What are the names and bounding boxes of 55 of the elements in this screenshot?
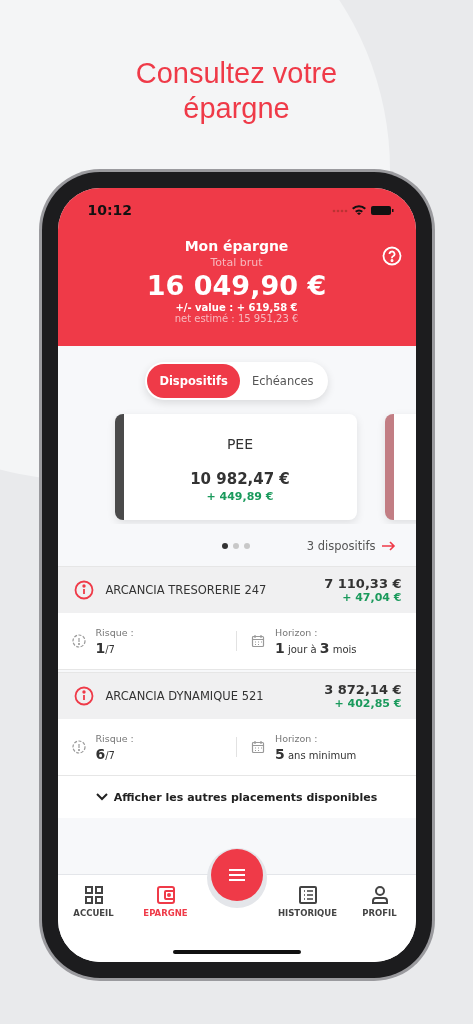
pager-dot[interactable] (221, 543, 228, 549)
signal-icon (332, 209, 347, 213)
fund-amount: 3 872,14 € (324, 682, 402, 697)
plan-card[interactable]: PEE 10 982,47 € + 449,89 € (114, 414, 357, 520)
fund-name: ARCANCIA TRESORERIE 247 (105, 583, 268, 597)
help-icon[interactable] (381, 246, 402, 266)
risk-icon (71, 740, 86, 754)
pager-dot[interactable] (232, 543, 239, 549)
fund-amount: 7 110,33 € (324, 576, 402, 591)
nav-tab[interactable]: HISTORIQUE (271, 875, 344, 962)
risk-label: Risque : (95, 732, 134, 744)
headline: Consultez votre épargne (134, 56, 339, 126)
battery-icon (370, 206, 393, 215)
risk-value: 1/7 (95, 639, 116, 656)
menu-icon (227, 868, 246, 882)
header-subtitle: Total brut (210, 256, 263, 269)
devices-link[interactable]: 3 dispositifs (306, 539, 396, 553)
card-amount: 10 982,47 € (190, 470, 290, 488)
fund-gain: + 47,04 € (342, 591, 402, 604)
segment-tab[interactable]: Echéances (239, 364, 326, 398)
status-time: 10:12 (87, 202, 133, 218)
horizon-label: Horizon : (275, 626, 319, 638)
nav-tab[interactable]: ACCUEIL (57, 875, 130, 962)
header-title: Mon épargne (184, 238, 289, 254)
risk-icon (71, 634, 86, 648)
total-amount: 16 049,90 € (146, 270, 327, 301)
show-more-button[interactable]: Afficher les autres placements disponibles (57, 776, 416, 818)
horizon-value: 1 jour à 3 mois (275, 639, 357, 656)
fund-header[interactable]: ARCANCIA DYNAMIQUE 521 3 872,14 € + 402,85 € (57, 672, 416, 719)
gain-text: +/- value : + 619,58 € (175, 302, 298, 313)
wallet-icon (155, 885, 176, 905)
user-icon (369, 885, 390, 905)
risk-label: Risque : (95, 626, 134, 638)
info-icon (73, 686, 94, 706)
nav-tab[interactable]: PROFIL (343, 875, 416, 962)
risk-value: 6/7 (95, 745, 116, 762)
list-icon (297, 885, 318, 905)
arrow-icon (381, 541, 396, 551)
horizon-value: 5 ans minimum (275, 745, 357, 762)
chevron-down-icon (95, 793, 108, 801)
calendar-icon (251, 634, 265, 648)
horizon-label: Horizon : (275, 732, 319, 744)
info-icon (73, 580, 94, 600)
pager-dot[interactable] (243, 543, 250, 549)
segment-tab[interactable]: Dispositifs (147, 364, 240, 398)
wifi-icon (351, 205, 366, 215)
grid-icon (83, 885, 104, 905)
net-text: net estimé : 15 951,23 € (174, 313, 299, 324)
fund-header[interactable]: ARCANCIA TRESORERIE 247 7 110,33 € + 47,04 € (57, 566, 416, 613)
nav-tab[interactable]: EPARGNE (129, 875, 202, 962)
fund-name: ARCANCIA DYNAMIQUE 521 (105, 689, 265, 703)
fund-gain: + 402,85 € (334, 697, 402, 710)
card-gain: + 449,89 € (206, 490, 274, 503)
calendar-icon (251, 740, 265, 754)
card-title: PEE (226, 436, 254, 452)
